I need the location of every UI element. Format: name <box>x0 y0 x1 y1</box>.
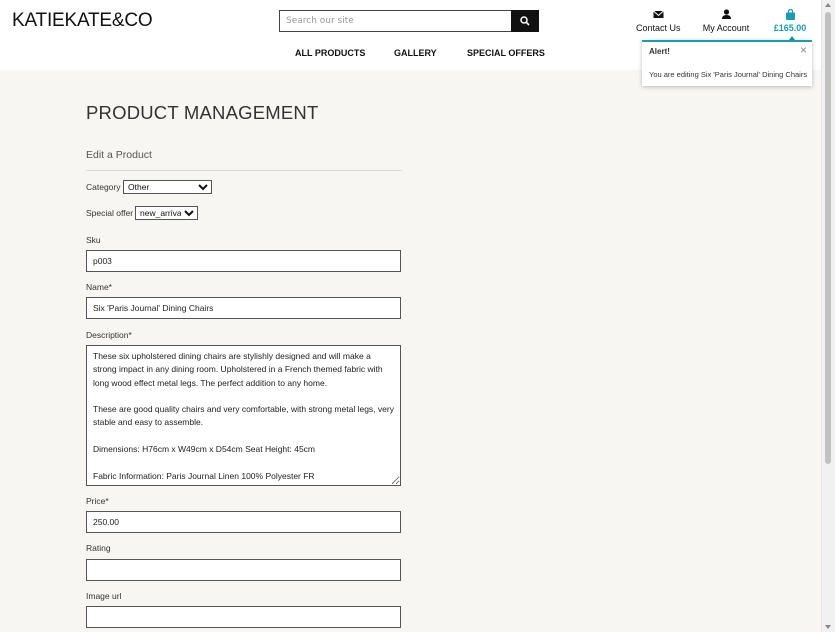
envelope-icon <box>652 10 664 18</box>
my-account-link[interactable]: My Account <box>702 8 750 33</box>
close-icon[interactable]: × <box>800 43 807 57</box>
nav-all-products[interactable]: ALL PRODUCTS <box>295 48 365 58</box>
scroll-up-icon[interactable] <box>825 3 831 7</box>
alert-title: Alert! <box>649 47 670 56</box>
category-select[interactable]: Other <box>123 180 212 194</box>
shopping-bag-icon <box>785 8 795 20</box>
contact-us-label: Contact Us <box>636 23 681 33</box>
sku-input[interactable] <box>86 250 401 272</box>
rating-label: Rating <box>86 543 111 553</box>
search-bar <box>279 10 539 32</box>
description-textarea[interactable]: These six upholstered dining chairs are … <box>86 345 401 486</box>
name-input[interactable] <box>86 297 401 319</box>
search-icon <box>520 16 530 26</box>
scrollbar-thumb[interactable] <box>825 12 831 464</box>
divider <box>86 170 402 171</box>
contact-us-link[interactable]: Contact Us <box>636 8 681 33</box>
image-url-input[interactable] <box>86 606 401 628</box>
nav-special-offers[interactable]: SPECIAL OFFERS <box>467 48 545 58</box>
my-account-label: My Account <box>702 23 750 33</box>
search-button[interactable] <box>511 10 539 32</box>
bag-total: £165.00 <box>773 23 807 33</box>
search-input[interactable] <box>279 10 511 32</box>
form-subtitle: Edit a Product <box>86 149 152 161</box>
page-scrollbar[interactable] <box>821 0 835 632</box>
alert-message: You are editing Six 'Paris Journal' Dini… <box>649 70 808 79</box>
special-offer-select[interactable]: new_arrivals <box>135 206 198 220</box>
image-url-label: Image url <box>86 591 122 601</box>
sku-label: Sku <box>86 235 101 245</box>
description-label: Description* <box>86 330 132 340</box>
price-input[interactable] <box>86 511 401 533</box>
category-label: Category <box>86 182 121 192</box>
special-offer-label: Special offer <box>86 208 134 218</box>
user-icon <box>721 9 731 19</box>
page-title: PRODUCT MANAGEMENT <box>86 102 319 123</box>
price-label: Price* <box>86 496 109 506</box>
alert-toast: Alert! × You are editing Six 'Paris Jour… <box>642 40 812 86</box>
name-label: Name* <box>86 282 112 292</box>
nav-gallery[interactable]: GALLERY <box>394 48 437 58</box>
rating-input[interactable] <box>86 559 401 581</box>
scroll-down-icon[interactable] <box>825 625 831 629</box>
shopping-bag-link[interactable]: £165.00 <box>772 8 808 33</box>
site-logo[interactable]: KATIEKATE&CO <box>12 10 153 32</box>
